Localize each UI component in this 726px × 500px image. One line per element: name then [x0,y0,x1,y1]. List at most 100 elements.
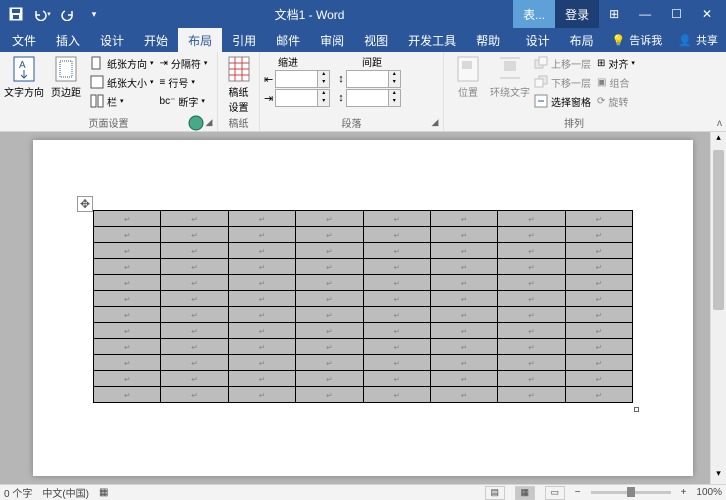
table-cell[interactable] [430,355,497,371]
table-cell[interactable] [228,387,295,403]
table-cell[interactable] [161,387,228,403]
read-mode-view[interactable]: ▤ [485,486,505,500]
table-cell[interactable] [430,211,497,227]
table-cell[interactable] [161,323,228,339]
table-cell[interactable] [498,355,565,371]
table-cell[interactable] [228,355,295,371]
rotate-button[interactable]: ⟳旋转 [595,92,637,110]
send-backward-button[interactable]: 下移一层 [532,73,593,91]
table-cell[interactable] [296,291,363,307]
zoom-out[interactable]: − [575,487,581,498]
line-numbers-button[interactable]: ≡行号▾ [158,73,210,91]
table-cell[interactable] [94,307,161,323]
table-cell[interactable] [498,371,565,387]
bring-forward-button[interactable]: 上移一层 [532,54,593,72]
table-cell[interactable] [363,227,430,243]
zoom-in[interactable]: + [681,487,687,498]
addin-icon[interactable] [188,115,204,131]
table-cell[interactable] [565,243,632,259]
table-cell[interactable] [296,387,363,403]
document-area[interactable]: ✥ ▴ ▾ [0,132,726,484]
hyphenation-button[interactable]: bc⁻断字▾ [158,92,210,110]
table-cell[interactable] [498,211,565,227]
table-cell[interactable] [94,227,161,243]
table-cell[interactable] [565,339,632,355]
table-cell[interactable] [363,387,430,403]
table-cell[interactable] [430,275,497,291]
table-cell[interactable] [430,243,497,259]
table-cell[interactable] [430,259,497,275]
table-cell[interactable] [363,371,430,387]
table-cell[interactable] [430,307,497,323]
table-cell[interactable] [498,227,565,243]
context-tab-layout[interactable]: 布局 [560,28,604,52]
table-cell[interactable] [565,275,632,291]
maximize-button[interactable]: ☐ [661,0,692,28]
tab-help[interactable]: 帮助 [466,28,510,52]
macro-icon[interactable]: ▦ [99,487,108,498]
table-cell[interactable] [565,323,632,339]
table-cell[interactable] [228,323,295,339]
table-cell[interactable] [363,243,430,259]
table-cell[interactable] [430,387,497,403]
table-cell[interactable] [94,259,161,275]
table-cell[interactable] [565,227,632,243]
tab-mailings[interactable]: 邮件 [266,28,310,52]
paragraph-launcher[interactable]: ◢ [429,117,441,129]
qat-customize[interactable]: ▾ [82,2,106,26]
page-setup-launcher[interactable]: ◢ [203,117,215,129]
selection-pane-button[interactable]: 选择窗格 [532,92,593,110]
tab-layout[interactable]: 布局 [178,28,222,52]
zoom-level[interactable]: 100% [696,487,722,498]
table-tools-context[interactable]: 表... [513,0,555,28]
word-count[interactable]: 0 个字 [4,485,32,500]
tell-me-search[interactable]: 💡告诉我 [604,28,671,52]
minimize-button[interactable]: — [629,0,661,28]
table-cell[interactable] [94,275,161,291]
table-cell[interactable] [161,307,228,323]
undo-button[interactable]: ▾ [30,2,54,26]
table-cell[interactable] [565,307,632,323]
table-cell[interactable] [296,259,363,275]
save-button[interactable] [4,2,28,26]
language-status[interactable]: 中文(中国) [42,485,89,500]
table-cell[interactable] [228,243,295,259]
table-cell[interactable] [161,291,228,307]
table-resize-handle[interactable] [634,407,639,412]
table-cell[interactable] [296,323,363,339]
table-cell[interactable] [161,227,228,243]
table-cell[interactable] [363,291,430,307]
scroll-thumb[interactable] [713,150,724,310]
tab-developer[interactable]: 开发工具 [398,28,466,52]
table-cell[interactable] [94,211,161,227]
table-cell[interactable] [363,211,430,227]
table-cell[interactable] [94,371,161,387]
web-layout-view[interactable]: ▭ [545,486,565,500]
tab-view[interactable]: 视图 [354,28,398,52]
table-cell[interactable] [94,323,161,339]
table-cell[interactable] [363,275,430,291]
indent-left-input[interactable]: ▴▾ [275,70,330,88]
table-cell[interactable] [228,339,295,355]
table-cell[interactable] [161,211,228,227]
tab-file[interactable]: 文件 [2,28,46,52]
table-cell[interactable] [296,355,363,371]
context-tab-design[interactable]: 设计 [516,28,560,52]
table-cell[interactable] [498,275,565,291]
table-move-handle[interactable]: ✥ [77,196,93,212]
zoom-slider[interactable] [591,491,671,494]
table-cell[interactable] [363,259,430,275]
margins-button[interactable]: 页边距 [46,54,86,114]
table-cell[interactable] [161,259,228,275]
table-cell[interactable] [228,291,295,307]
scroll-down[interactable]: ▾ [711,468,726,484]
align-button[interactable]: ⊞对齐▾ [595,54,637,72]
table-cell[interactable] [228,275,295,291]
space-after-input[interactable]: ▴▾ [346,89,401,107]
text-direction-button[interactable]: A 文字方向 [4,54,44,114]
table-cell[interactable] [498,339,565,355]
table-cell[interactable] [498,243,565,259]
share-button[interactable]: 👤共享 [670,28,726,52]
table-cell[interactable] [296,211,363,227]
table-cell[interactable] [363,307,430,323]
